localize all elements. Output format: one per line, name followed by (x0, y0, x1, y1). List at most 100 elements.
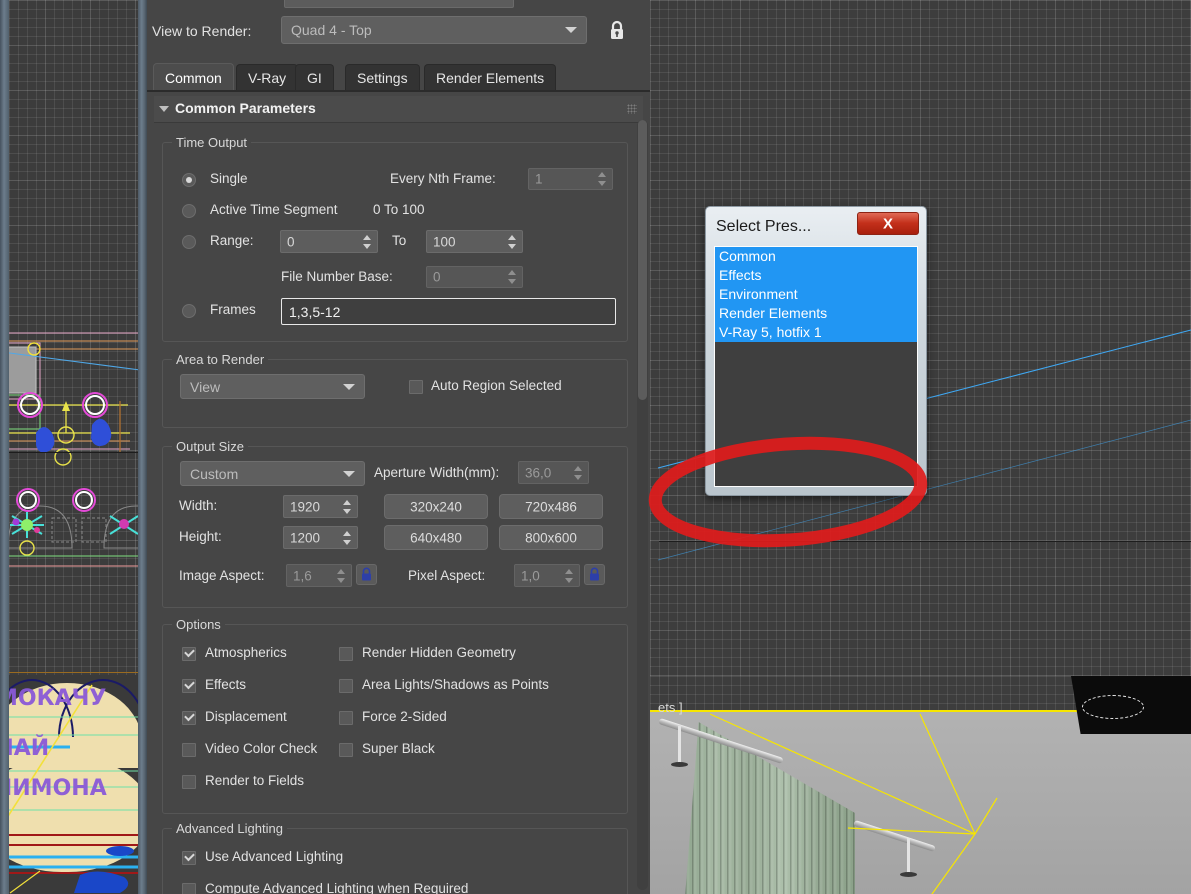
output-size-preset-value: Custom (190, 465, 239, 482)
frames-input[interactable]: 1,3,5-12 (281, 298, 616, 325)
select-preset-dialog[interactable]: Select Pres... X Common Effects Environm… (705, 206, 927, 496)
radio-single[interactable] (182, 173, 196, 187)
range-from-spinner[interactable]: 0 (280, 230, 378, 253)
chevron-down-icon (565, 27, 577, 33)
tab-underline (147, 90, 650, 92)
left-viewport-top[interactable]: МОКАЧУ ЧАЙ ЛИМОНА (0, 0, 138, 894)
list-item[interactable]: Effects (715, 266, 917, 285)
size-preset-720x486[interactable]: 720x486 (499, 494, 603, 519)
height-spinner[interactable]: 1200 (283, 526, 358, 549)
size-preset-800x600[interactable]: 800x600 (499, 525, 603, 550)
image-aspect-lock-button[interactable] (356, 564, 377, 585)
file-number-base-spinner[interactable]: 0 (426, 266, 523, 288)
label-every-nth-frame: Every Nth Frame: (390, 171, 496, 186)
size-preset-640x480[interactable]: 640x480 (384, 525, 488, 550)
radio-active-time-segment[interactable] (182, 204, 196, 218)
checkbox-render-to-fields[interactable] (182, 775, 196, 789)
radio-frames[interactable] (182, 304, 196, 318)
every-nth-frame-spinner[interactable]: 1 (528, 168, 613, 190)
checkbox-use-advanced-lighting[interactable] (182, 851, 196, 865)
output-size-preset-dropdown[interactable]: Custom (180, 461, 365, 486)
label-atmospherics: Atmospherics (205, 645, 287, 660)
spinner-arrows-icon[interactable] (508, 270, 517, 284)
viewport-splitter-right[interactable] (0, 0, 9, 894)
radio-range[interactable] (182, 235, 196, 249)
spinner-arrows-icon[interactable] (574, 465, 583, 480)
label-frames: Frames (210, 302, 256, 317)
viewport-horizon-line (659, 541, 1191, 542)
area-to-render-title: Area to Render (172, 352, 269, 367)
list-item[interactable]: Environment (715, 285, 917, 304)
checkbox-force-2-sided[interactable] (339, 711, 353, 725)
image-aspect-value: 1,6 (293, 568, 312, 583)
panel-scrollbar[interactable] (637, 120, 648, 890)
checkbox-effects[interactable] (182, 679, 196, 693)
label-compute-advanced-lighting: Compute Advanced Lighting when Required (205, 881, 469, 894)
lock-view-button[interactable] (605, 18, 629, 44)
tab-settings[interactable]: Settings (345, 64, 420, 90)
checkbox-area-lights-shadows-as-points[interactable] (339, 679, 353, 693)
checkbox-auto-region-selected[interactable] (409, 380, 423, 394)
checkbox-super-black[interactable] (339, 743, 353, 757)
label-range: Range: (210, 233, 254, 248)
range-from-value: 0 (287, 234, 295, 249)
spinner-arrows-icon[interactable] (343, 499, 352, 514)
dialog-title: Select Pres... (716, 218, 812, 235)
chevron-down-icon (343, 383, 355, 390)
viewport-splitter-left[interactable] (138, 0, 147, 894)
spinner-arrows-icon[interactable] (363, 234, 372, 249)
list-item[interactable]: Common (715, 247, 917, 266)
render-setup-tabs: Common V-Ray GI Settings Render Elements (147, 62, 650, 92)
aperture-width-value: 36,0 (525, 465, 552, 480)
tab-vray[interactable]: V-Ray (236, 64, 299, 90)
svg-text:МОКАЧУ: МОКАЧУ (0, 686, 106, 711)
chevron-down-icon (343, 470, 355, 477)
tab-common[interactable]: Common (153, 63, 234, 91)
image-aspect-spinner[interactable]: 1,6 (286, 564, 352, 587)
rollout-header[interactable]: Common Parameters (154, 96, 643, 123)
svg-text:ЛИМОНА: ЛИМОНА (0, 776, 107, 801)
spinner-arrows-icon[interactable] (343, 530, 352, 545)
checkbox-compute-advanced-lighting[interactable] (182, 883, 196, 894)
aperture-width-spinner[interactable]: 36,0 (518, 461, 589, 484)
width-spinner[interactable]: 1920 (283, 495, 358, 518)
checkbox-atmospherics[interactable] (182, 647, 196, 661)
checkbox-render-hidden-geometry[interactable] (339, 647, 353, 661)
file-number-base-value: 0 (433, 269, 441, 285)
close-icon: X (882, 215, 893, 232)
tab-gi[interactable]: GI (295, 64, 334, 90)
size-preset-640x480-label: 640x480 (410, 530, 462, 545)
spinner-arrows-icon[interactable] (337, 568, 346, 583)
area-to-render-dropdown[interactable]: View (180, 374, 365, 399)
preset-field-partial[interactable] (284, 0, 514, 8)
size-preset-320x240[interactable]: 320x240 (384, 494, 488, 519)
checkbox-video-color-check[interactable] (182, 743, 196, 757)
range-to-spinner[interactable]: 100 (426, 230, 523, 253)
spinner-arrows-icon[interactable] (565, 568, 574, 583)
spinner-arrows-icon[interactable] (508, 234, 517, 249)
preset-listbox[interactable]: Common Effects Environment Render Elemen… (714, 246, 918, 487)
pixel-aspect-spinner[interactable]: 1,0 (514, 564, 580, 587)
label-force-2-sided: Force 2-Sided (362, 709, 447, 724)
close-button[interactable]: X (857, 212, 919, 235)
advanced-lighting-group: Advanced Lighting Use Advanced Lighting … (162, 821, 628, 894)
tab-render-elements[interactable]: Render Elements (424, 64, 557, 90)
ceiling-light-ellipse (1082, 695, 1144, 719)
lock-icon (362, 567, 371, 581)
list-item[interactable]: Render Elements (715, 304, 917, 323)
label-pixel-aspect: Pixel Aspect: (408, 568, 486, 583)
area-to-render-value: View (190, 378, 221, 395)
spinner-arrows-icon[interactable] (598, 172, 607, 186)
grip-dots-icon (627, 104, 637, 114)
pixel-aspect-lock-button[interactable] (584, 564, 605, 585)
rollout-title: Common Parameters (175, 100, 316, 116)
checkbox-displacement[interactable] (182, 711, 196, 725)
view-to-render-dropdown[interactable]: Quad 4 - Top (281, 16, 587, 44)
output-size-group: Output Size Custom Aperture Width(mm): 3… (162, 439, 628, 608)
label-effects: Effects (205, 677, 247, 692)
label-render-hidden-geometry: Render Hidden Geometry (362, 645, 516, 660)
label-auto-region-selected: Auto Region Selected (431, 378, 562, 393)
panel-scrollbar-thumb[interactable] (638, 120, 647, 400)
list-item[interactable]: V-Ray 5, hotfix 1 (715, 323, 917, 342)
label-single: Single (210, 171, 248, 186)
